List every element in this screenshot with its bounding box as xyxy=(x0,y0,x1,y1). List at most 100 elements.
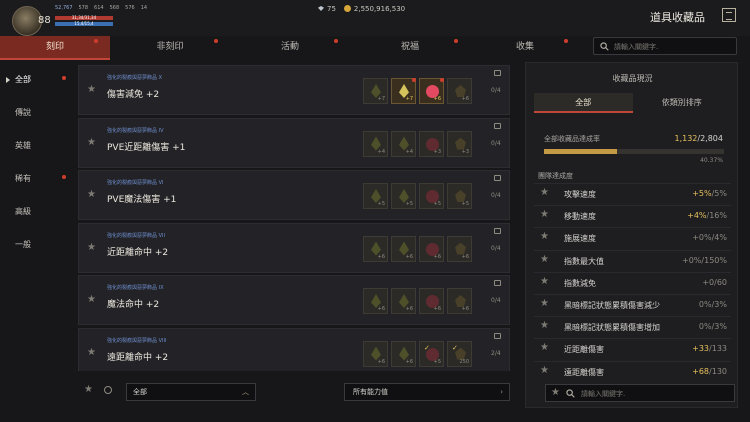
collection-row[interactable]: ★ 強化的裂痕與惡夢飾品 VI PVE魔法傷害 +1 +5 +5 +5 +5 0/4 xyxy=(78,170,510,220)
tab-label: 祝福 xyxy=(400,42,419,52)
star-icon[interactable]: ★ xyxy=(540,232,549,242)
star-icon[interactable]: ★ xyxy=(540,188,549,198)
panel-tab-all[interactable]: 全部 xyxy=(534,93,633,113)
stat-name: 黑暗標記狀態累積傷害減少 xyxy=(564,301,660,310)
item-slot[interactable]: +6 xyxy=(363,340,388,367)
lock-icon[interactable] xyxy=(494,70,501,76)
star-icon[interactable]: ★ xyxy=(540,276,549,287)
stat-name: 黑暗標記狀態累積傷害增加 xyxy=(564,323,660,333)
item-slot[interactable]: +5 xyxy=(419,183,444,209)
item-slot[interactable]: +7 xyxy=(363,78,388,104)
grade-filter-dropdown[interactable]: 全部 ︿ xyxy=(126,383,256,401)
sidebar-item-2[interactable]: 英雄 xyxy=(0,134,70,167)
stat-bonus: +0% xyxy=(682,255,702,265)
search-input-bottom[interactable]: ★ 請輸入關鍵字. xyxy=(545,384,735,402)
collection-row[interactable]: ★ 強化的裂痕與惡夢飾品 VII 近距離命中 +2 +6 +6 +6 +6 0/4 xyxy=(78,222,510,273)
search-input-top[interactable]: 請輸入關鍵字. xyxy=(593,37,737,55)
item-slot[interactable]: +5 xyxy=(447,183,472,209)
item-slots: +6 +6 +5 ✓ 250 ✓ xyxy=(363,340,472,367)
star-icon[interactable]: ★ xyxy=(87,85,96,95)
sidebar-item-4[interactable]: 高級 xyxy=(0,200,70,233)
item-slot[interactable]: +4 xyxy=(363,130,388,157)
item-slot[interactable]: 250 ✓ xyxy=(447,340,472,367)
star-icon[interactable]: ★ xyxy=(84,385,93,395)
sidebar-item-0[interactable]: 全部 xyxy=(0,68,70,101)
item-slot[interactable]: +6 xyxy=(419,235,444,262)
item-slot[interactable]: +3 xyxy=(419,130,444,157)
stat-row: ★ 遠距離傷害 +68/130 xyxy=(534,360,731,381)
lock-icon[interactable] xyxy=(494,280,501,286)
tab-0[interactable]: 刻印 xyxy=(0,36,110,60)
row-effect: 近距離命中 +2 xyxy=(107,247,169,258)
star-icon[interactable]: ★ xyxy=(540,365,549,376)
enhance-level: +6 xyxy=(377,253,385,260)
star-icon[interactable]: ★ xyxy=(551,388,560,398)
item-slot[interactable]: +6 xyxy=(447,78,472,104)
tab-4[interactable]: 收集 xyxy=(470,36,580,60)
item-slot[interactable]: +5 ✓ xyxy=(419,340,444,367)
notification-dot xyxy=(334,39,338,43)
item-slot[interactable]: +6 xyxy=(363,288,388,314)
star-icon[interactable]: ★ xyxy=(87,347,96,358)
collection-row[interactable]: ★ 強化的裂痕與惡夢飾品 IV PVE近距離傷害 +1 +4 +4 +3 +3 0/4 xyxy=(78,117,510,168)
item-slot[interactable]: +6 xyxy=(391,235,416,262)
tab-label: 刻印 xyxy=(45,42,64,52)
notification-dot xyxy=(454,39,458,43)
search-placeholder: 請輸入關鍵字. xyxy=(581,390,626,398)
star-icon[interactable]: ★ xyxy=(540,210,549,220)
star-icon[interactable]: ★ xyxy=(87,242,96,253)
item-slot[interactable]: +7 xyxy=(391,78,416,104)
enhance-level: +5 xyxy=(377,201,385,207)
sidebar-item-1[interactable]: 傳說 xyxy=(0,101,70,134)
stat-value: +4%/16% xyxy=(687,211,727,220)
player-level: 88 xyxy=(38,15,51,26)
star-icon[interactable]: ★ xyxy=(540,254,549,265)
gem-count: 75 xyxy=(318,5,336,13)
lock-icon[interactable] xyxy=(104,386,112,394)
sidebar-item-3[interactable]: 稀有 xyxy=(0,167,70,200)
tab-2[interactable]: 活動 xyxy=(230,36,350,60)
stat-filter-dropdown[interactable]: 所有能力值 › xyxy=(344,383,510,401)
star-icon[interactable]: ★ xyxy=(540,299,549,309)
stat-bonus: +4% xyxy=(687,211,707,221)
item-slot[interactable]: +6 xyxy=(447,288,472,314)
item-slot[interactable]: +4 xyxy=(391,130,416,157)
currency-display: 75 2,550,916,530 xyxy=(318,5,405,13)
stat-bonus: 0% xyxy=(698,300,712,309)
row-progress: 2/4 xyxy=(491,349,501,357)
item-slot[interactable]: +6 xyxy=(391,340,416,367)
collection-row[interactable]: ★ 強化的裂痕與惡夢飾品 VIII 遠距離命中 +2 +6 +6 +5 ✓ 250 ✓ 2/4 xyxy=(78,327,510,371)
stat-value: +68/130 xyxy=(692,367,727,376)
item-slot[interactable]: +6 xyxy=(447,235,472,262)
item-slot[interactable]: +6 xyxy=(419,78,444,104)
star-icon[interactable]: ★ xyxy=(540,343,549,353)
enhance-level: +3 xyxy=(461,148,469,155)
tab-3[interactable]: 祝福 xyxy=(350,36,470,60)
item-slot[interactable]: +5 xyxy=(391,183,416,209)
stat-row: ★ 近距離傷害 +33/133 xyxy=(534,338,731,358)
menu-icon[interactable] xyxy=(722,8,736,22)
item-slot[interactable]: +6 xyxy=(363,235,388,262)
item-slot[interactable]: +6 xyxy=(391,288,416,314)
player-stat: 14 xyxy=(140,5,148,11)
tab-1[interactable]: 非刻印 xyxy=(110,36,230,60)
collection-row[interactable]: ★ 強化的裂痕與惡夢飾品 X 傷害減免 +2 +7 +7 +6 +6 0/4 xyxy=(78,65,510,115)
panel-tab-by-category[interactable]: 依類別排序 xyxy=(633,93,732,113)
star-icon[interactable]: ★ xyxy=(87,190,96,200)
lock-icon[interactable] xyxy=(494,175,501,181)
star-icon[interactable]: ★ xyxy=(87,295,96,305)
collection-row[interactable]: ★ 強化的裂痕與惡夢飾品 IX 魔法命中 +2 +6 +6 +6 +6 0/4 xyxy=(78,275,510,325)
row-subtitle: 強化的裂痕與惡夢飾品 VII xyxy=(107,232,165,239)
item-slot[interactable]: +3 xyxy=(447,130,472,157)
lock-icon[interactable] xyxy=(494,122,501,129)
item-slot[interactable]: +6 xyxy=(419,288,444,314)
item-slot[interactable]: +5 xyxy=(363,183,388,209)
category-sidebar: 全部 傳說 英雄 稀有 高級 一般 xyxy=(0,68,70,266)
lock-icon[interactable] xyxy=(494,227,501,234)
enhance-level: +5 xyxy=(433,201,441,207)
sidebar-item-5[interactable]: 一般 xyxy=(0,233,70,266)
stat-bonus: +0 xyxy=(702,277,715,287)
star-icon[interactable]: ★ xyxy=(87,137,96,148)
lock-icon[interactable] xyxy=(494,332,501,339)
star-icon[interactable]: ★ xyxy=(540,321,549,331)
